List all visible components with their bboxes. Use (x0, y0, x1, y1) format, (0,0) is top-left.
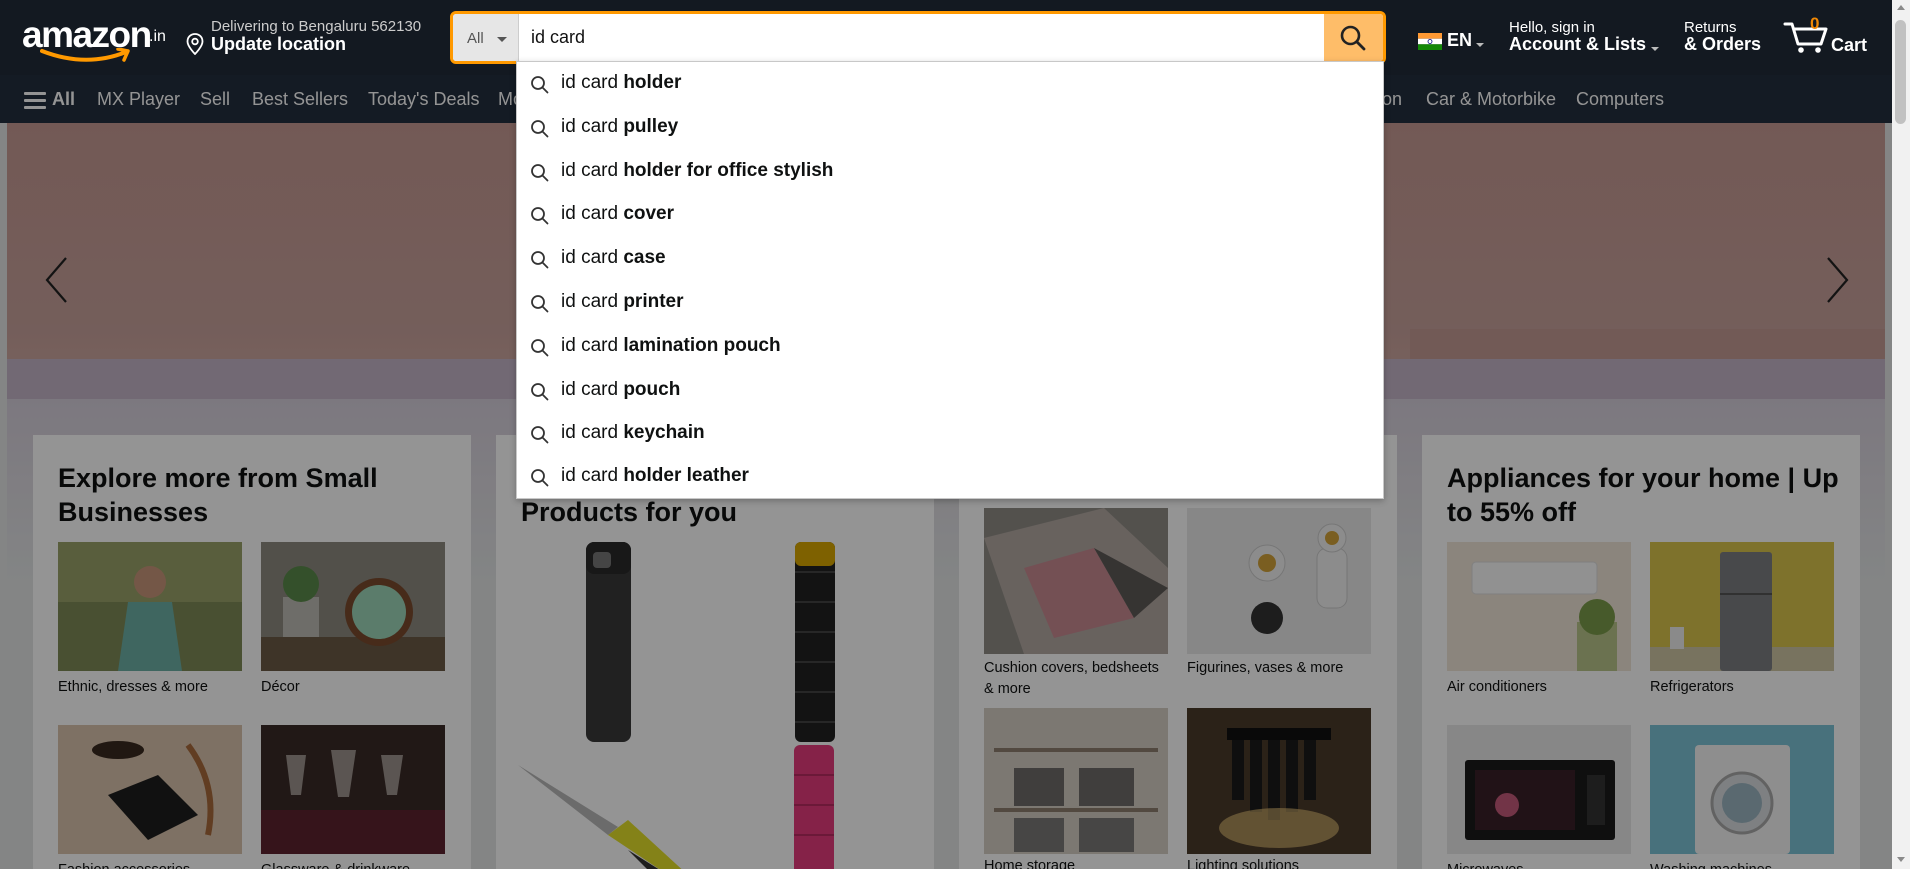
search-icon (531, 295, 549, 313)
search-icon (531, 207, 549, 225)
suggestion-item[interactable]: id card holder for office stylish (517, 150, 1383, 194)
search-category-label: All (467, 30, 484, 47)
deliver-to-text: Delivering to Bengaluru 562130 (211, 18, 422, 35)
amazon-logo[interactable]: amazon .in (22, 14, 167, 64)
suggestion-item[interactable]: id card pouch (517, 369, 1383, 413)
suggestion-text: id card holder (561, 72, 682, 93)
search-icon (531, 120, 549, 138)
cart-button[interactable]: 0 Cart (1783, 12, 1873, 57)
update-location-text: Update location (211, 34, 347, 54)
suggestion-text: id card case (561, 247, 666, 268)
cart-label: Cart (1831, 35, 1868, 55)
search-button[interactable] (1324, 14, 1383, 61)
search-icon (531, 164, 549, 182)
search-category-select[interactable]: All (453, 14, 519, 61)
search-input[interactable] (519, 14, 1327, 61)
scrollbar-thumb[interactable] (1895, 20, 1906, 124)
suggestion-item[interactable]: id card keychain (517, 412, 1383, 456)
search-icon (1340, 25, 1366, 51)
suggestion-text: id card pulley (561, 116, 679, 137)
search-icon (531, 426, 549, 444)
logo-suffix: .in (149, 28, 166, 45)
orders-label: & Orders (1684, 34, 1762, 54)
cart-count: 0 (1810, 14, 1820, 33)
suggestion-text: id card lamination pouch (561, 335, 781, 356)
scroll-up-icon[interactable] (1897, 5, 1905, 10)
account-lists-label: Account & Lists (1509, 34, 1647, 54)
search-icon (531, 339, 549, 357)
suggestion-item[interactable]: id card holder leather (517, 455, 1383, 499)
suggestion-item[interactable]: id card lamination pouch (517, 325, 1383, 369)
suggestion-text: id card holder leather (561, 465, 749, 486)
suggestion-item[interactable]: id card cover (517, 193, 1383, 237)
smile-arrow-icon (40, 48, 130, 62)
india-flag-icon (1418, 33, 1442, 50)
suggestion-text: id card cover (561, 203, 675, 224)
language-code: EN (1447, 30, 1473, 50)
search-icon (531, 469, 549, 487)
search-suggestions-dropdown: id card holder id card pulley id card ho… (516, 61, 1384, 499)
search-icon (531, 251, 549, 269)
search-bar: All (450, 11, 1386, 64)
page-scrollbar[interactable] (1892, 0, 1910, 869)
cart-icon (1783, 22, 1828, 53)
suggestion-text: id card keychain (561, 422, 705, 443)
search-icon (531, 383, 549, 401)
suggestion-item[interactable]: id card holder (517, 62, 1383, 106)
suggestion-item[interactable]: id card case (517, 237, 1383, 281)
suggestion-item[interactable]: id card pulley (517, 106, 1383, 150)
suggestion-text: id card holder for office stylish (561, 160, 834, 181)
suggestion-item[interactable]: id card printer (517, 281, 1383, 325)
suggestion-text: id card pouch (561, 379, 681, 400)
suggestion-text: id card printer (561, 291, 684, 312)
location-pin-icon (186, 33, 204, 55)
caret-down-icon (1651, 47, 1659, 51)
scroll-down-icon[interactable] (1897, 857, 1905, 862)
caret-down-icon (497, 37, 507, 42)
caret-down-icon (1476, 43, 1484, 47)
search-icon (531, 76, 549, 94)
